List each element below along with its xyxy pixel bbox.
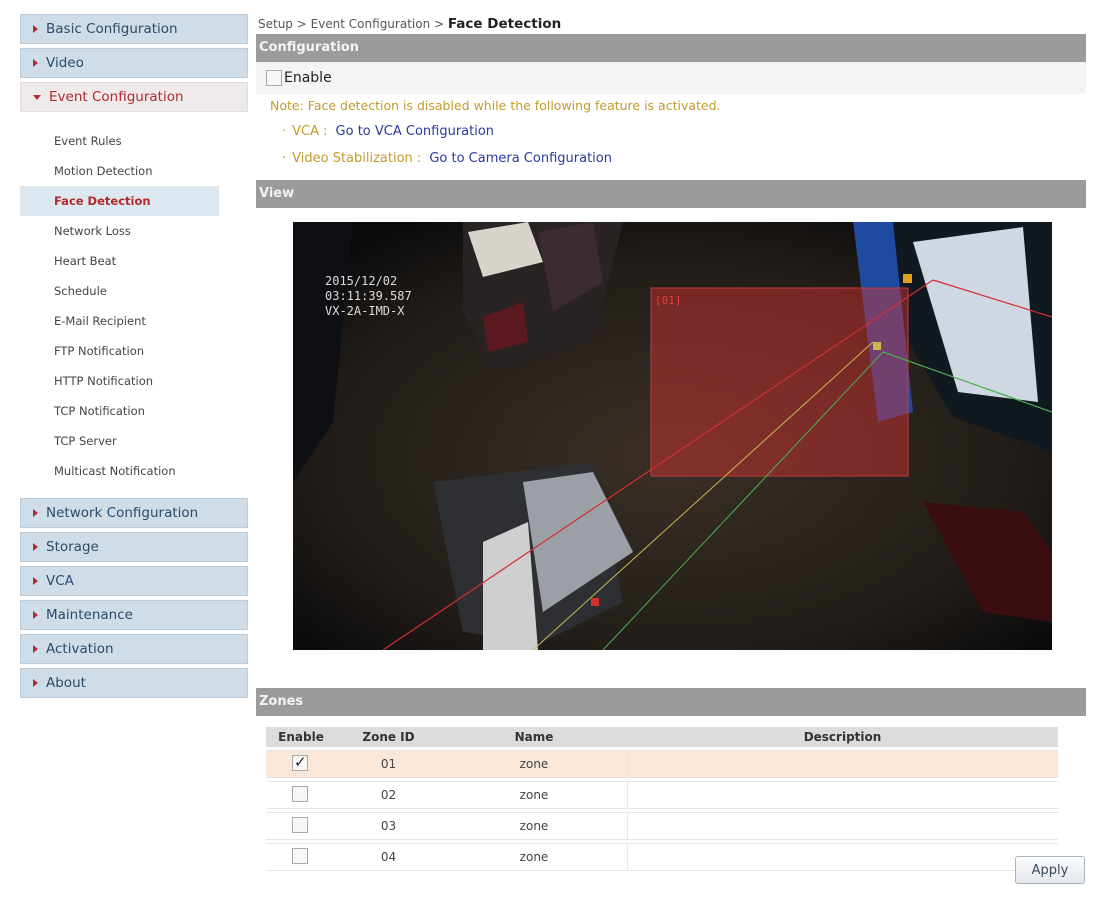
nav-label: Network Configuration	[46, 505, 199, 521]
caret-right-icon	[33, 679, 38, 687]
caret-right-icon	[33, 645, 38, 653]
main-content: Setup > Event Configuration > Face Detec…	[256, 14, 1086, 874]
nav-network-configuration[interactable]: Network Configuration	[20, 498, 248, 528]
col-description: Description	[627, 727, 1058, 747]
sidebar-nav: Basic Configuration Video Event Configur…	[20, 14, 248, 702]
view-header: View	[256, 180, 1086, 208]
table-row[interactable]: 03 zone	[266, 812, 1058, 840]
breadcrumb: Setup > Event Configuration > Face Detec…	[256, 14, 1086, 34]
feature-note: Note: Face detection is disabled while t…	[270, 98, 721, 113]
zones-header: Zones	[256, 688, 1086, 716]
zone-description[interactable]	[627, 843, 1058, 871]
caret-right-icon	[33, 543, 38, 551]
zone-enable-checkbox[interactable]	[292, 847, 308, 864]
table-row[interactable]: 01 zone	[266, 750, 1058, 778]
nav-label: Video	[46, 55, 84, 71]
nav-activation[interactable]: Activation	[20, 634, 248, 664]
subnav-email-recipient[interactable]: E-Mail Recipient	[20, 306, 219, 336]
subnav-motion-detection[interactable]: Motion Detection	[20, 156, 219, 186]
zone-description[interactable]	[627, 812, 1058, 840]
nav-label: Storage	[46, 539, 99, 555]
zones-table: Enable Zone ID Name Description 01 zone …	[266, 724, 1058, 874]
subnav-heart-beat[interactable]: Heart Beat	[20, 246, 219, 276]
bullet-icon: ·	[282, 151, 287, 166]
zone-id: 02	[336, 781, 441, 809]
zone-id: 04	[336, 843, 441, 871]
zone-enable-checkbox[interactable]	[292, 785, 308, 802]
col-enable: Enable	[266, 727, 336, 747]
nav-storage[interactable]: Storage	[20, 532, 248, 562]
nav-basic-configuration[interactable]: Basic Configuration	[20, 14, 248, 44]
nav-label: VCA	[46, 573, 74, 589]
breadcrumb-path: Setup > Event Configuration >	[258, 17, 448, 31]
video-osd: 2015/12/02 03:11:39.587 VX-2A-IMD-X	[325, 274, 412, 319]
nav-maintenance[interactable]: Maintenance	[20, 600, 248, 630]
vca-feature-label: VCA :	[292, 124, 328, 139]
nav-vca[interactable]: VCA	[20, 566, 248, 596]
nav-label: Event Configuration	[49, 89, 184, 105]
subnav-http-notification[interactable]: HTTP Notification	[20, 366, 219, 396]
osd-camera-name: VX-2A-IMD-X	[325, 304, 405, 318]
col-name: Name	[441, 727, 627, 747]
enable-label: Enable	[284, 70, 332, 86]
breadcrumb-current: Face Detection	[447, 16, 562, 32]
caret-right-icon	[33, 25, 38, 33]
zone-enable-checkbox[interactable]	[292, 816, 308, 833]
stabilization-feature-label: Video Stabilization :	[292, 151, 422, 166]
stabilization-link-row: · Video Stabilization : Go to Camera Con…	[256, 145, 1086, 172]
camera-config-link[interactable]: Go to Camera Configuration	[429, 151, 612, 166]
zone-description[interactable]	[627, 750, 1058, 778]
nav-label: About	[46, 675, 86, 691]
table-row[interactable]: 04 zone	[266, 843, 1058, 871]
caret-right-icon	[33, 59, 38, 67]
apply-button[interactable]: Apply	[1015, 856, 1085, 884]
zones-header-row: Enable Zone ID Name Description	[266, 727, 1058, 747]
zone-name[interactable]: zone	[441, 812, 627, 840]
caret-right-icon	[33, 611, 38, 619]
zone-name[interactable]: zone	[441, 843, 627, 871]
nav-event-configuration[interactable]: Event Configuration	[20, 82, 248, 112]
subnav-ftp-notification[interactable]: FTP Notification	[20, 336, 219, 366]
osd-time: 03:11:39.587	[325, 289, 412, 303]
vca-config-link[interactable]: Go to VCA Configuration	[336, 124, 495, 139]
zone-name[interactable]: zone	[441, 750, 627, 778]
subnav-multicast-notification[interactable]: Multicast Notification	[20, 456, 219, 486]
zone-id: 01	[336, 750, 441, 778]
enable-row: Enable	[256, 62, 1086, 94]
nav-label: Maintenance	[46, 607, 133, 623]
subnav-tcp-server[interactable]: TCP Server	[20, 426, 219, 456]
vca-link-row: · VCA : Go to VCA Configuration	[256, 118, 1086, 145]
nav-video[interactable]: Video	[20, 48, 248, 78]
caret-right-icon	[33, 577, 38, 585]
event-submenu: Event Rules Motion Detection Face Detect…	[20, 116, 248, 498]
subnav-face-detection[interactable]: Face Detection	[20, 186, 219, 216]
zone-id: 03	[336, 812, 441, 840]
camera-live-view[interactable]: [01] 2015/12/02 03:11:39.587 VX-2A-IMD-X	[293, 222, 1052, 650]
zone-enable-checkbox[interactable]	[292, 753, 308, 771]
table-row[interactable]: 02 zone	[266, 781, 1058, 809]
nav-about[interactable]: About	[20, 668, 248, 698]
caret-right-icon	[33, 509, 38, 517]
configuration-header: Configuration	[256, 34, 1086, 62]
nav-label: Activation	[46, 641, 114, 657]
subnav-tcp-notification[interactable]: TCP Notification	[20, 396, 219, 426]
bullet-icon: ·	[282, 124, 287, 139]
view-section: [01] 2015/12/02 03:11:39.587 VX-2A-IMD-X	[256, 208, 1086, 688]
enable-checkbox[interactable]	[266, 70, 282, 86]
subnav-event-rules[interactable]: Event Rules	[20, 126, 219, 156]
nav-label: Basic Configuration	[46, 21, 178, 37]
subnav-network-loss[interactable]: Network Loss	[20, 216, 219, 246]
subnav-schedule[interactable]: Schedule	[20, 276, 219, 306]
col-zone-id: Zone ID	[336, 727, 441, 747]
detection-zone-01[interactable]	[650, 287, 909, 477]
zone-01-tag: [01]	[655, 294, 682, 307]
osd-date: 2015/12/02	[325, 274, 398, 288]
caret-down-icon	[33, 94, 41, 100]
zone-description[interactable]	[627, 781, 1058, 809]
zone-name[interactable]: zone	[441, 781, 627, 809]
zones-section: Enable Zone ID Name Description 01 zone …	[256, 716, 1086, 874]
